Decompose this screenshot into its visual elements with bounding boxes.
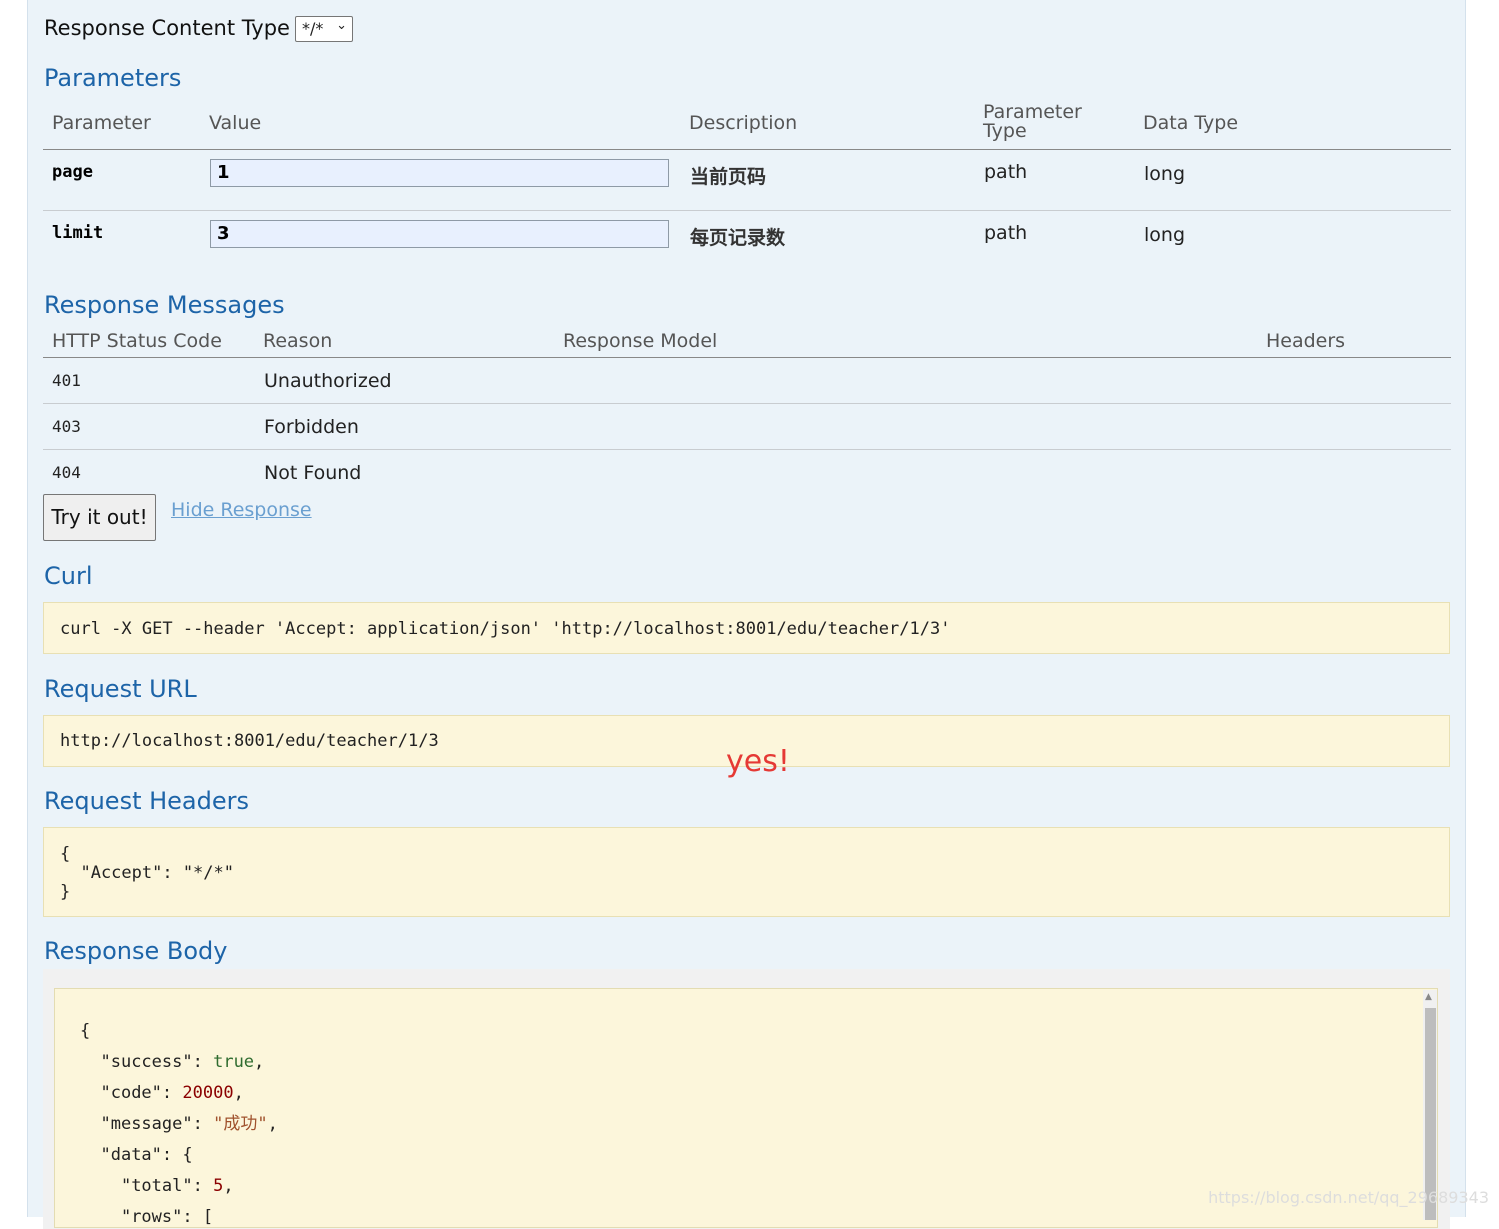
param-header-divider xyxy=(43,149,1451,150)
json-val-success: true xyxy=(213,1052,255,1072)
param-col-data-type: Data Type xyxy=(1143,112,1239,134)
param-desc-limit: 每页记录数 xyxy=(690,227,786,249)
param-col-value: Value xyxy=(209,112,262,134)
json-val-message: "成功" xyxy=(213,1114,268,1134)
page-input[interactable]: 1 xyxy=(210,159,669,187)
param-col-parameter: Parameter xyxy=(52,112,151,134)
reason-401: Unauthorized xyxy=(264,370,392,392)
param-datatype-page: long xyxy=(1144,163,1186,185)
response-messages-heading: Response Messages xyxy=(44,291,285,319)
request-headers-line1: { xyxy=(60,844,71,864)
json-key-rows: "rows" xyxy=(120,1207,183,1227)
yes-annotation: yes! xyxy=(726,744,790,779)
parameters-heading: Parameters xyxy=(44,64,182,92)
param-col-description: Description xyxy=(689,112,798,134)
json-key-code: "code" xyxy=(100,1083,162,1103)
param-type-page: path xyxy=(984,161,1028,183)
request-headers-block: { "Accept": "*/*" } xyxy=(43,827,1450,917)
param-name-limit: limit xyxy=(52,223,104,243)
response-content-type-value: */* xyxy=(302,19,324,38)
resp-row-divider xyxy=(43,449,1451,450)
json-key-success: "success" xyxy=(100,1052,193,1072)
resp-col-reason: Reason xyxy=(263,330,333,352)
resp-col-headers: Headers xyxy=(1266,330,1346,352)
request-url-value: http://localhost:8001/edu/teacher/1/3 xyxy=(60,731,439,751)
status-code-404: 404 xyxy=(52,463,81,482)
param-desc-page: 当前页码 xyxy=(690,166,767,188)
hide-response-link[interactable]: Hide Response xyxy=(171,499,312,521)
limit-input[interactable]: 3 xyxy=(210,220,669,248)
json-key-total: "total" xyxy=(120,1176,193,1196)
response-body-scrollbar[interactable]: ▲ xyxy=(1423,990,1437,1220)
request-headers-heading: Request Headers xyxy=(44,787,250,815)
curl-heading: Curl xyxy=(44,562,93,590)
request-headers-line3: } xyxy=(60,882,71,902)
status-code-401: 401 xyxy=(52,371,81,390)
reason-403: Forbidden xyxy=(264,416,359,438)
operation-panel: Response Content Type */* ⌄ Parameters P… xyxy=(27,0,1466,1229)
status-code-403: 403 xyxy=(52,417,81,436)
json-open-brace: { xyxy=(80,1021,91,1041)
resp-header-divider xyxy=(43,357,1451,358)
json-key-data: "data" xyxy=(100,1145,162,1165)
param-col-parameter-type: Parameter Type xyxy=(983,103,1082,141)
json-data-open: { xyxy=(182,1145,193,1165)
response-content-type-label: Response Content Type xyxy=(44,16,290,40)
chevron-down-icon: ⌄ xyxy=(336,18,347,33)
json-val-code: 20000 xyxy=(182,1083,234,1103)
response-content-type-select[interactable]: */* ⌄ xyxy=(295,16,353,42)
resp-col-model: Response Model xyxy=(563,330,718,352)
json-key-message: "message" xyxy=(100,1114,193,1134)
scroll-up-icon[interactable]: ▲ xyxy=(1425,992,1432,1002)
request-url-heading: Request URL xyxy=(44,675,197,703)
resp-col-status: HTTP Status Code xyxy=(52,330,222,352)
param-row-divider xyxy=(43,210,1451,211)
reason-404: Not Found xyxy=(264,462,362,484)
response-body-json: { "success": true, "code": 20000, "messa… xyxy=(80,1021,278,1227)
json-val-total: 5 xyxy=(213,1176,224,1196)
resp-row-divider xyxy=(43,403,1451,404)
param-name-page: page xyxy=(52,162,93,182)
json-rows-open: [ xyxy=(202,1207,214,1227)
param-datatype-limit: long xyxy=(1144,224,1186,246)
try-it-out-button[interactable]: Try it out! xyxy=(43,494,156,541)
param-type-limit: path xyxy=(984,222,1028,244)
request-headers-line2: "Accept": "*/*" xyxy=(60,863,234,883)
curl-command: curl -X GET --header 'Accept: applicatio… xyxy=(60,619,951,639)
response-body-heading: Response Body xyxy=(44,937,228,965)
watermark: https://blog.csdn.net/qq_29689343 xyxy=(1208,1188,1489,1207)
curl-block: curl -X GET --header 'Accept: applicatio… xyxy=(43,602,1450,654)
param-col-parameter-type-line2: Type xyxy=(983,120,1027,142)
